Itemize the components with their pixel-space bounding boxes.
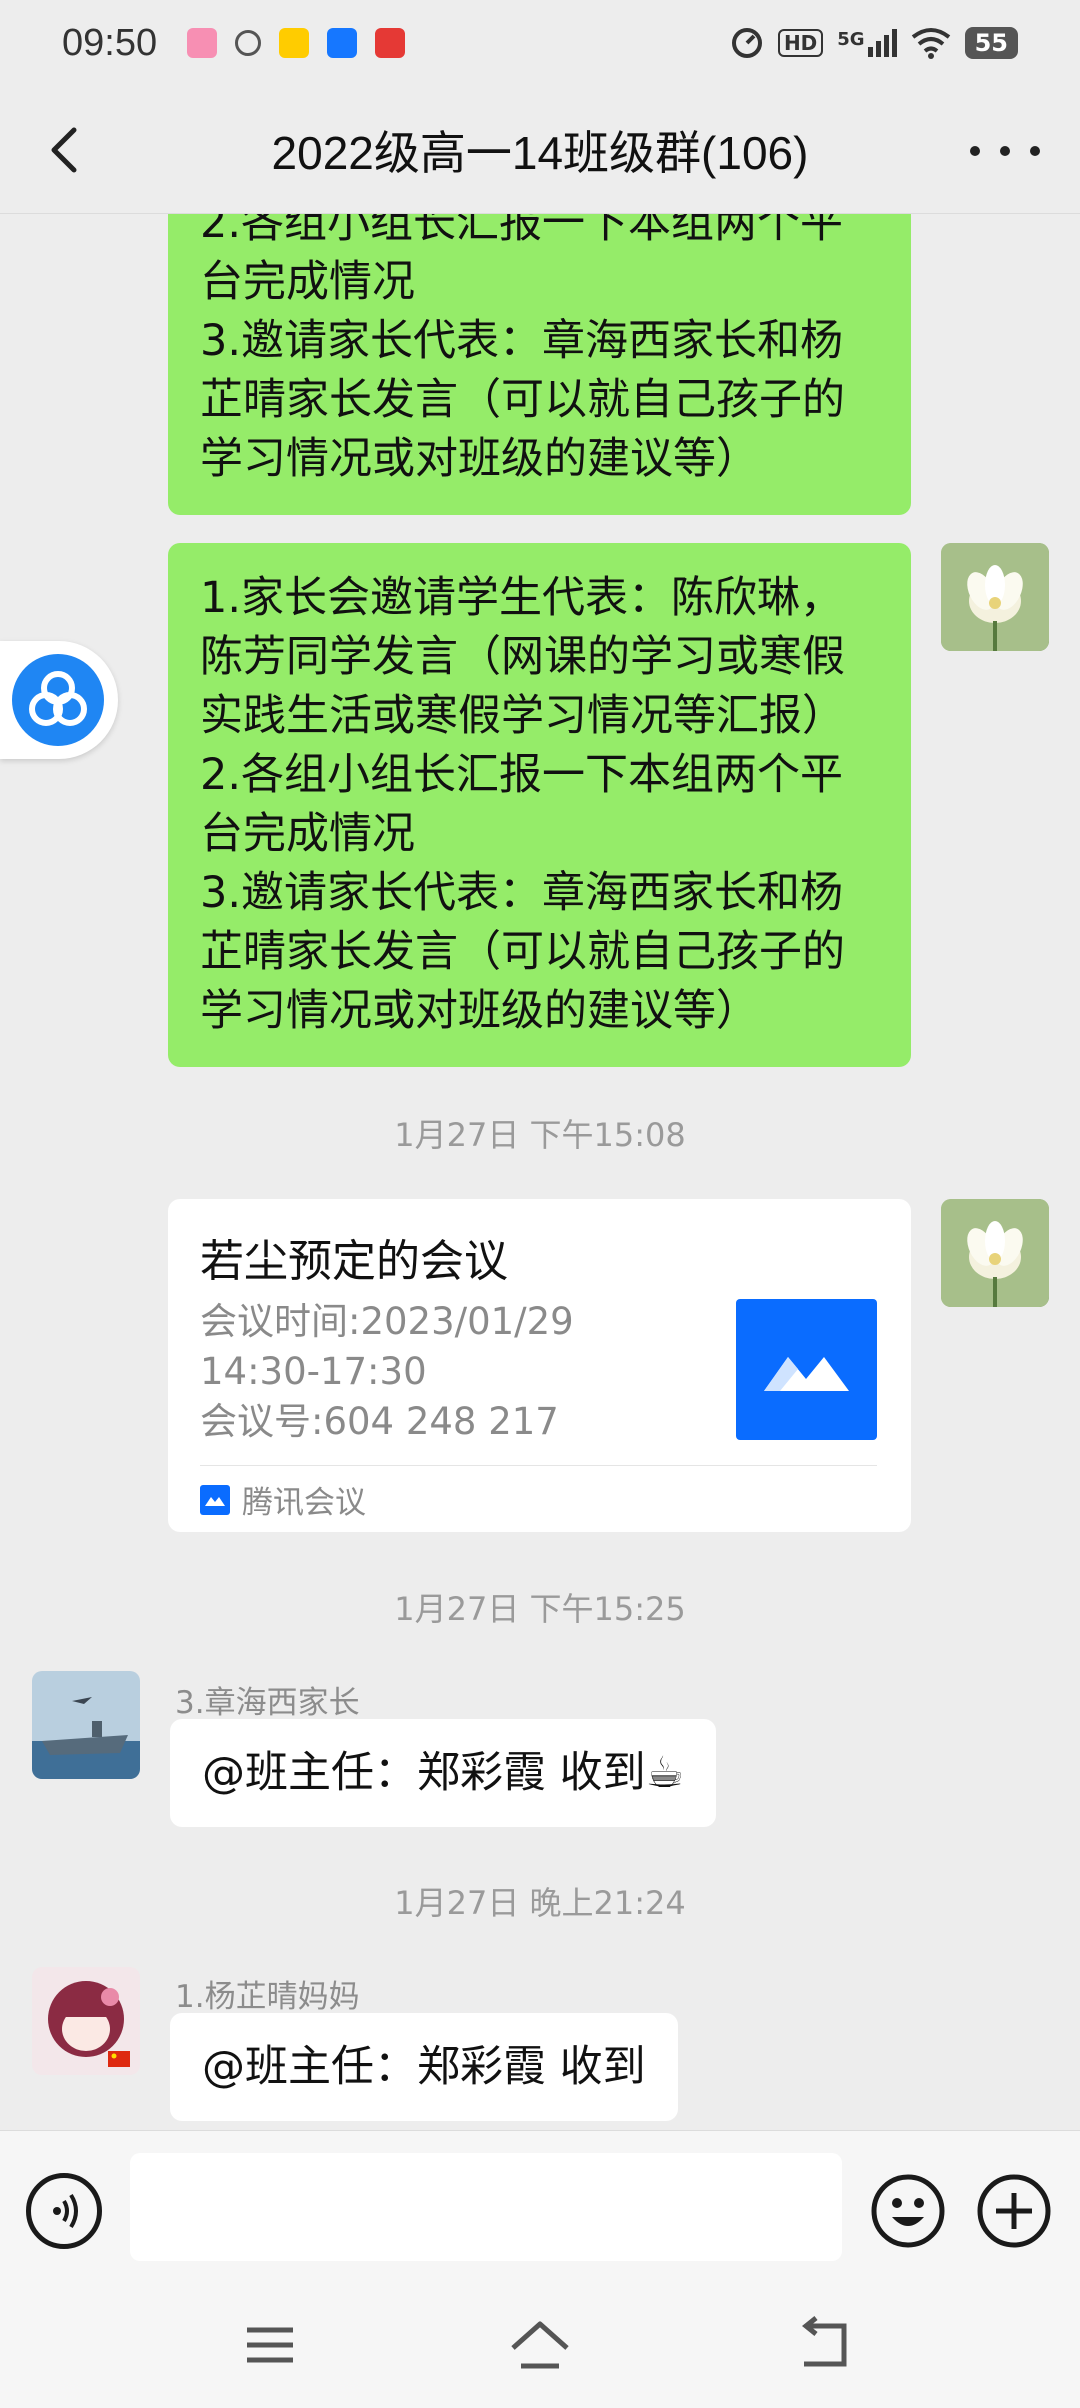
message-text: 1.家长会邀请学生代表：陈欣琳， 陈芳同学发言（网课的学习或寒假 实践生活或寒假… bbox=[200, 573, 845, 1036]
sender-avatar[interactable] bbox=[32, 1671, 140, 1779]
alipay-icon bbox=[327, 28, 358, 58]
my-avatar[interactable] bbox=[941, 543, 1049, 651]
my-avatar[interactable] bbox=[941, 1199, 1049, 1307]
dot bbox=[1030, 146, 1040, 156]
dot bbox=[970, 146, 980, 156]
message-bubble[interactable]: 1.家长会邀请学生代表：陈欣琳， 陈芳同学发言（网课的学习或寒假 实践生活或寒假… bbox=[168, 543, 911, 1067]
meeting-title: 若尘预定的会议 bbox=[200, 1236, 508, 1287]
tencent-meeting-logo-icon bbox=[736, 1299, 877, 1440]
message-bubble[interactable]: @班主任：郑彩霞 收到☕ bbox=[170, 1719, 717, 1827]
notification-icons bbox=[187, 28, 406, 58]
message-bubble-partial[interactable]: 2.各组小组长汇报一下本组两个平 台完成情况 3.邀请家长代表：章海西家长和杨 … bbox=[168, 214, 911, 515]
back-nav-icon[interactable] bbox=[790, 2310, 860, 2380]
app-notification-icon bbox=[375, 28, 406, 58]
voice-icon bbox=[53, 2193, 78, 2229]
network-type: 5G bbox=[837, 29, 865, 50]
menu-icon[interactable] bbox=[235, 2310, 305, 2380]
card-divider bbox=[200, 1465, 877, 1466]
meeting-card[interactable]: 若尘预定的会议 会议时间:2023/01/29 14:30-17:30 会议号:… bbox=[168, 1199, 911, 1532]
speed-icon bbox=[731, 28, 762, 58]
dot bbox=[1000, 146, 1010, 156]
signal-icon: 5G bbox=[837, 29, 897, 57]
chat-header: 2022级高一14班级群(106) bbox=[0, 86, 1080, 214]
timestamp: 1月27日 晚上21:24 bbox=[394, 1884, 686, 1922]
girl-avatar-icon bbox=[32, 1967, 140, 2075]
home-icon[interactable] bbox=[505, 2310, 575, 2380]
sender-name: 1.杨芷晴妈妈 bbox=[175, 1979, 360, 2015]
timestamp: 1月27日 下午15:25 bbox=[394, 1590, 686, 1628]
input-bar bbox=[0, 2130, 1080, 2282]
status-indicators: HD 5G 55 bbox=[730, 26, 1018, 60]
sender-name: 3.章海西家长 bbox=[175, 1685, 360, 1721]
message-text: 2.各组小组长汇报一下本组两个平 台完成情况 3.邀请家长代表：章海西家长和杨 … bbox=[200, 214, 845, 484]
more-options-button[interactable] bbox=[970, 126, 1040, 176]
battery-indicator: 55 bbox=[964, 27, 1018, 59]
plus-icon[interactable] bbox=[974, 2171, 1054, 2251]
message-input[interactable] bbox=[130, 2153, 842, 2261]
message-bubble[interactable]: @班主任：郑彩霞 收到 bbox=[170, 2013, 678, 2121]
status-bar: 09:50 HD 5G 55 bbox=[0, 0, 1080, 86]
tencent-meeting-small-icon bbox=[200, 1484, 230, 1515]
lotus-image-icon bbox=[941, 543, 1049, 651]
lotus-image-icon bbox=[941, 1199, 1049, 1307]
status-time: 09:50 bbox=[62, 21, 158, 64]
floating-assistant-icon bbox=[12, 654, 104, 746]
wifi-icon bbox=[911, 28, 950, 59]
emoji-icon[interactable] bbox=[868, 2171, 948, 2251]
floating-assistant-button[interactable] bbox=[0, 641, 118, 759]
back-icon[interactable] bbox=[36, 120, 96, 180]
hd-badge: HD bbox=[777, 29, 824, 57]
sender-avatar[interactable] bbox=[32, 1967, 140, 2075]
chat-title: 2022级高一14班级群(106) bbox=[271, 126, 809, 179]
card-source-label: 腾讯会议 bbox=[242, 1485, 366, 1521]
timestamp: 1月27日 下午15:08 bbox=[394, 1116, 686, 1154]
bilibili-icon bbox=[187, 28, 218, 58]
settings-icon bbox=[235, 30, 262, 56]
card-source: 腾讯会议 bbox=[200, 1477, 366, 1522]
voice-input-button[interactable] bbox=[26, 2173, 102, 2249]
meituan-icon bbox=[279, 28, 310, 58]
ship-image-icon bbox=[32, 1671, 140, 1779]
system-navigation-bar bbox=[0, 2282, 1080, 2408]
message-list[interactable]: 2.各组小组长汇报一下本组两个平 台完成情况 3.邀请家长代表：章海西家长和杨 … bbox=[0, 214, 1080, 2130]
